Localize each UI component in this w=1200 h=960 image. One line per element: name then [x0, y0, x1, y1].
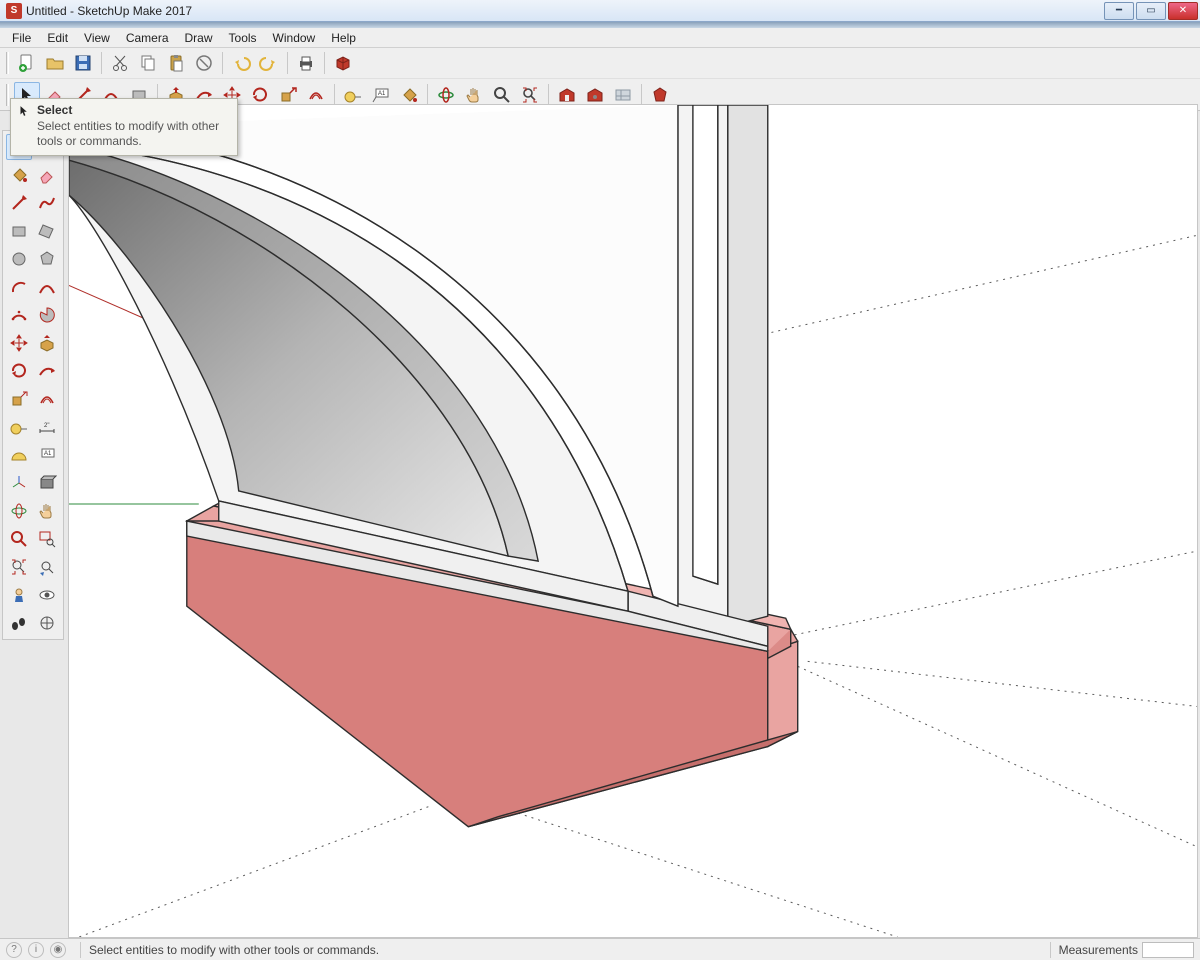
- menu-window[interactable]: Window: [265, 29, 324, 47]
- tooltip-title: Select: [37, 103, 231, 117]
- tray-paint-bucket[interactable]: [6, 162, 32, 188]
- model-info-button[interactable]: [330, 50, 356, 76]
- new-file-button[interactable]: [14, 50, 40, 76]
- menu-bar: File Edit View Camera Draw Tools Window …: [0, 28, 1200, 48]
- toolbar-grip[interactable]: [6, 84, 9, 106]
- status-bar: ? i ◉ Select entities to modify with oth…: [0, 938, 1200, 960]
- tray-text[interactable]: A1: [34, 442, 60, 468]
- tray-3pt-arc[interactable]: [6, 302, 32, 328]
- print-button[interactable]: [293, 50, 319, 76]
- tray-section-cuts[interactable]: [34, 610, 60, 636]
- minimize-button[interactable]: ━: [1104, 2, 1134, 20]
- menu-edit[interactable]: Edit: [39, 29, 76, 47]
- tray-position-camera[interactable]: [6, 582, 32, 608]
- tray-orbit[interactable]: [6, 498, 32, 524]
- delete-button[interactable]: [191, 50, 217, 76]
- tray-scale[interactable]: [6, 386, 32, 412]
- tray-2pt-arc[interactable]: [34, 274, 60, 300]
- info-icon[interactable]: i: [28, 942, 44, 958]
- menu-tools[interactable]: Tools: [221, 29, 265, 47]
- tray-section-plane[interactable]: [34, 470, 60, 496]
- tray-axes[interactable]: [6, 470, 32, 496]
- paste-button[interactable]: [163, 50, 189, 76]
- model-viewport[interactable]: [68, 104, 1198, 938]
- svg-text:A1: A1: [44, 451, 52, 457]
- cut-button[interactable]: [107, 50, 133, 76]
- title-bar: S Untitled - SketchUp Make 2017 ━ ▭ ✕: [0, 0, 1200, 22]
- window-title: Untitled - SketchUp Make 2017: [26, 4, 192, 18]
- tool-tray: 2" A1: [2, 130, 64, 640]
- tray-freehand[interactable]: [34, 190, 60, 216]
- svg-text:A1: A1: [378, 91, 386, 97]
- user-icon[interactable]: ◉: [50, 942, 66, 958]
- svg-text:2": 2": [44, 423, 49, 429]
- tray-move[interactable]: [6, 330, 32, 356]
- status-hint: Select entities to modify with other too…: [89, 943, 379, 957]
- menu-help[interactable]: Help: [323, 29, 364, 47]
- window-buttons: ━ ▭ ✕: [1102, 2, 1198, 20]
- tray-tape-measure[interactable]: [6, 414, 32, 440]
- tooltip-body: Select entities to modify with other too…: [37, 119, 231, 149]
- tray-pie[interactable]: [34, 302, 60, 328]
- tray-arc[interactable]: [6, 274, 32, 300]
- cursor-icon: [17, 103, 31, 119]
- tray-dimension[interactable]: 2": [34, 414, 60, 440]
- tool-tooltip: Select Select entities to modify with ot…: [10, 98, 238, 156]
- tray-follow-me[interactable]: [34, 358, 60, 384]
- copy-button[interactable]: [135, 50, 161, 76]
- standard-toolbar: [0, 48, 1200, 78]
- tray-pan[interactable]: [34, 498, 60, 524]
- tray-protractor[interactable]: [6, 442, 32, 468]
- tray-eraser[interactable]: [34, 162, 60, 188]
- tray-push-pull[interactable]: [34, 330, 60, 356]
- help-icon[interactable]: ?: [6, 942, 22, 958]
- close-button[interactable]: ✕: [1168, 2, 1198, 20]
- tray-walk[interactable]: [6, 610, 32, 636]
- menu-file[interactable]: File: [4, 29, 39, 47]
- tray-circle[interactable]: [6, 246, 32, 272]
- measurements-input[interactable]: [1142, 942, 1194, 958]
- menu-view[interactable]: View: [76, 29, 118, 47]
- tray-offset[interactable]: [34, 386, 60, 412]
- tray-zoom-window[interactable]: [34, 526, 60, 552]
- tray-zoom[interactable]: [6, 526, 32, 552]
- maximize-button[interactable]: ▭: [1136, 2, 1166, 20]
- tray-previous[interactable]: [34, 554, 60, 580]
- menu-camera[interactable]: Camera: [118, 29, 177, 47]
- open-file-button[interactable]: [42, 50, 68, 76]
- tray-rectangle[interactable]: [6, 218, 32, 244]
- save-file-button[interactable]: [70, 50, 96, 76]
- tray-polygon[interactable]: [34, 246, 60, 272]
- app-icon: S: [6, 3, 22, 19]
- toolbar-grip[interactable]: [6, 52, 9, 74]
- tray-rotate[interactable]: [6, 358, 32, 384]
- menu-draw[interactable]: Draw: [177, 29, 221, 47]
- tray-line[interactable]: [6, 190, 32, 216]
- measurements-label: Measurements: [1059, 943, 1138, 957]
- tray-look-around[interactable]: [34, 582, 60, 608]
- tray-rotated-rectangle[interactable]: [34, 218, 60, 244]
- tray-zoom-extents[interactable]: [6, 554, 32, 580]
- undo-button[interactable]: [228, 50, 254, 76]
- redo-button[interactable]: [256, 50, 282, 76]
